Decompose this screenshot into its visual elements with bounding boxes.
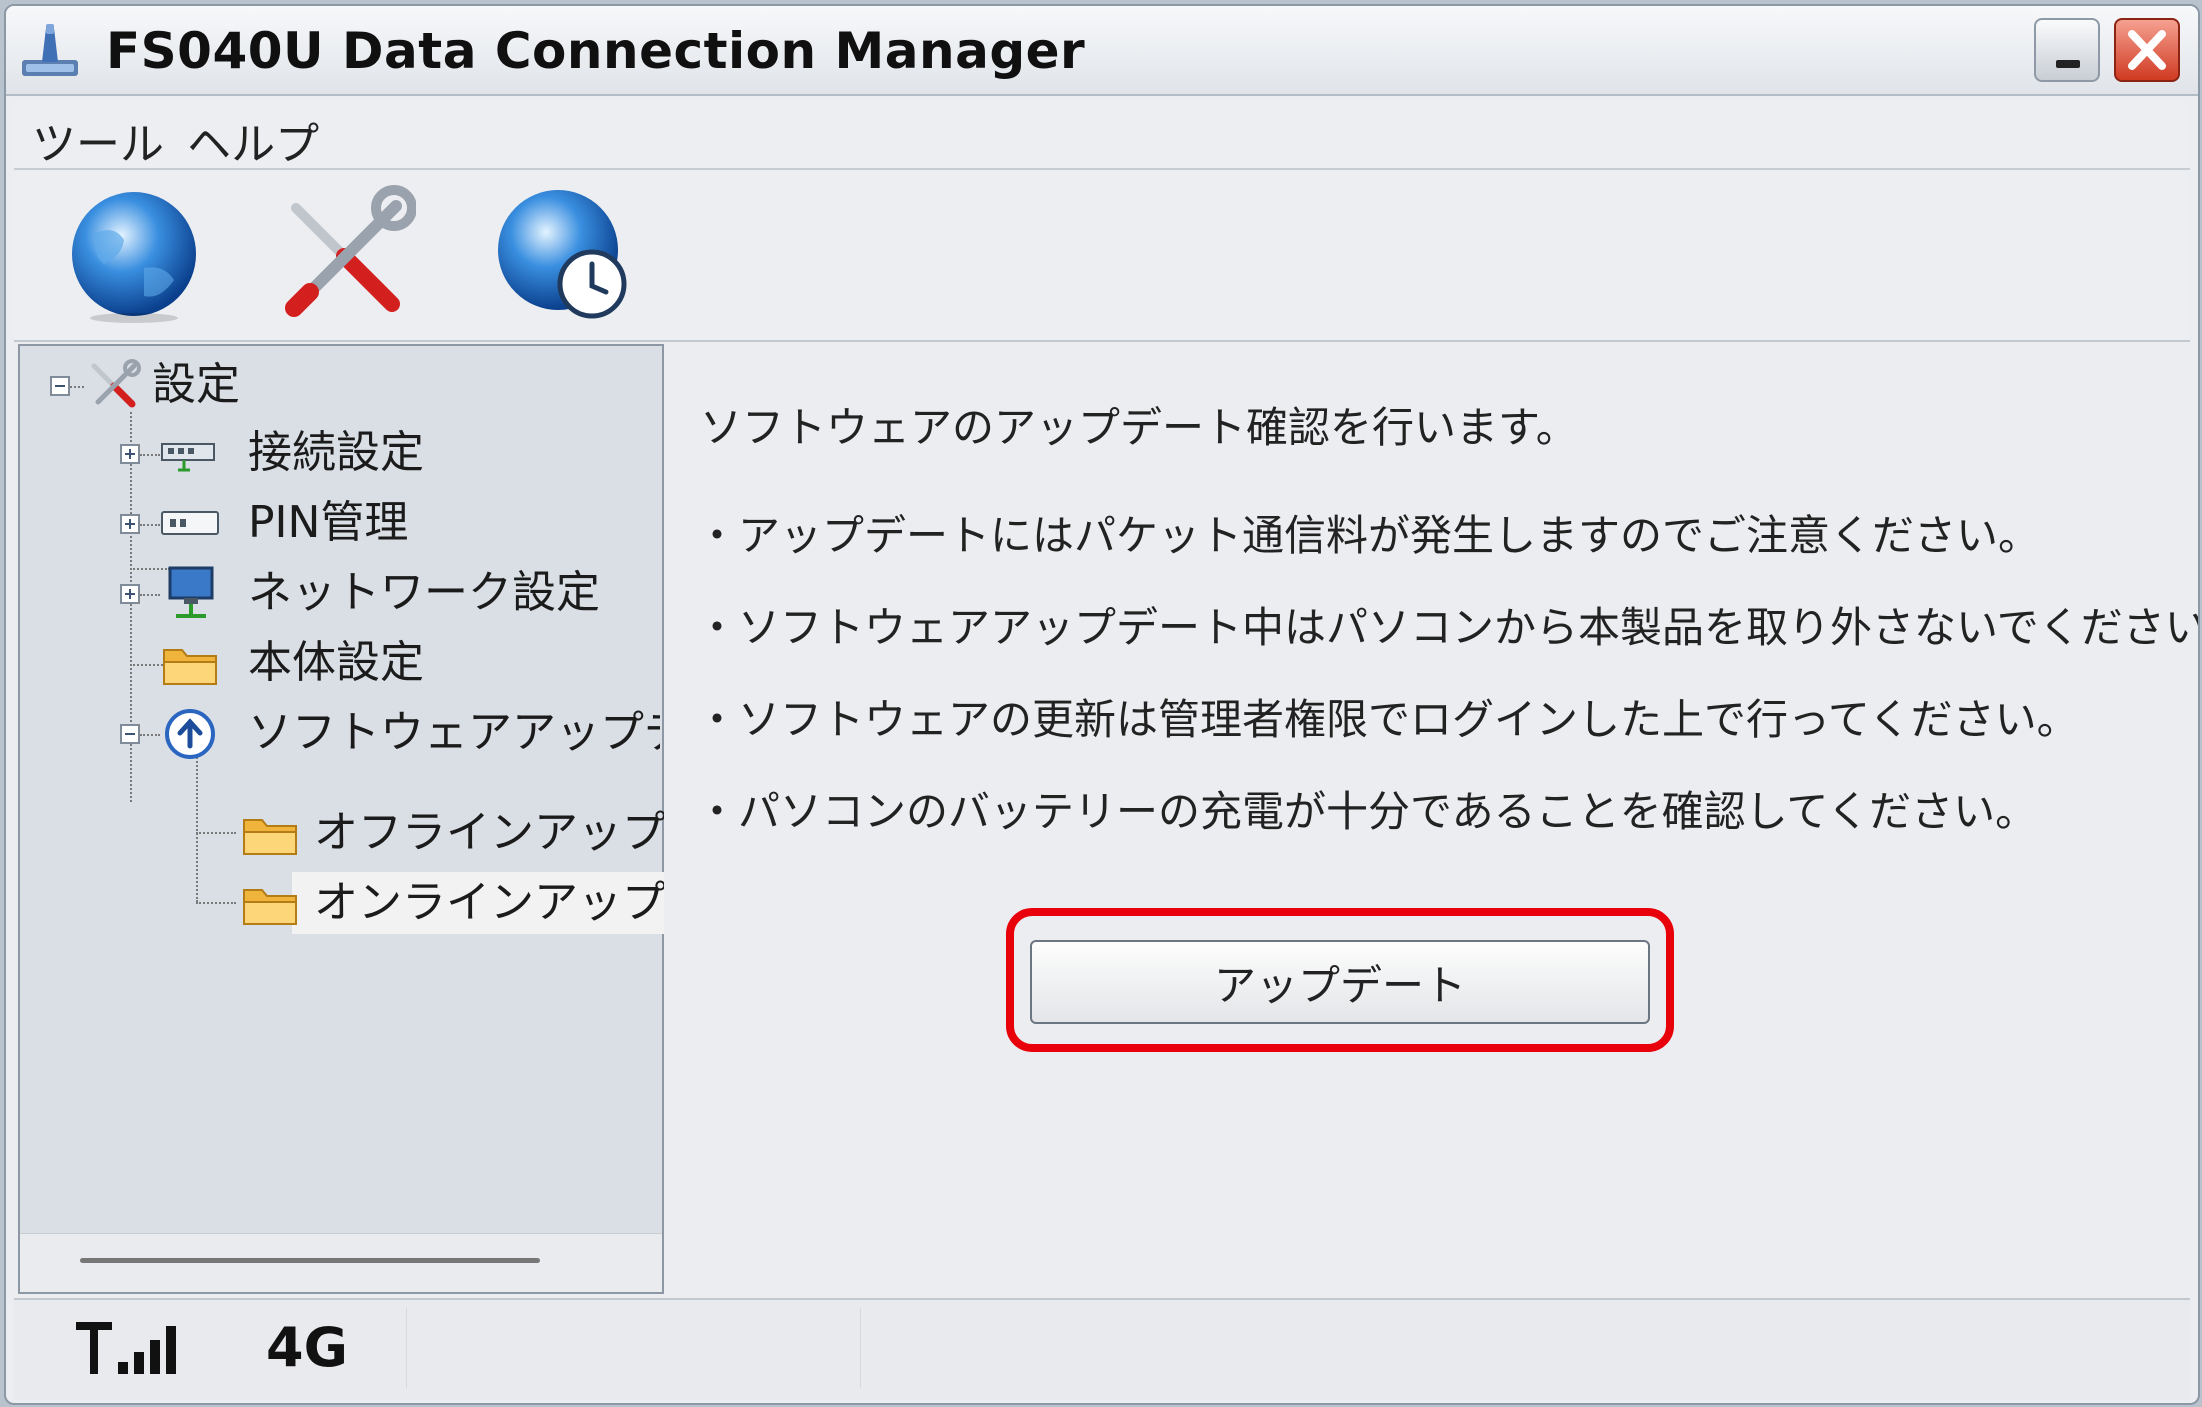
minimize-icon [2056, 60, 2080, 68]
settings-tree: 設定 接続設定 PIN管理 ネットワーク設定 本体設定 ソフトウェアアップ オフ… [18, 344, 664, 1294]
network-type-label: 4G [266, 1316, 348, 1379]
tree-item-network-settings[interactable]: ネットワーク設定 [160, 562, 660, 624]
upload-arrow-icon [165, 709, 215, 759]
list-item: アップデートにはパケット通信料が発生しますのでご注意ください。 [696, 510, 2198, 602]
tree-connector [140, 454, 160, 456]
list-item: ソフトウェアアップデート中はパソコンから本製品を取り外さないでください。 [696, 602, 2198, 694]
update-panel: ソフトウェアのアップデート確認を行います。 アップデートにはパケット通信料が発生… [666, 344, 2198, 1294]
app-window: FS040U Data Connection Manager ツール ヘルプ 設… [4, 4, 2200, 1405]
tree-connector [196, 902, 236, 904]
toolbar [14, 170, 2190, 342]
update-notes-list: アップデートにはパケット通信料が発生しますのでご注意ください。 ソフトウェアアッ… [696, 510, 2198, 878]
settings-tools-icon[interactable] [276, 184, 416, 324]
tree-item-label: ネットワーク設定 [248, 567, 600, 618]
scrollbar-thumb[interactable] [80, 1258, 540, 1263]
menu-bar: ツール ヘルプ [14, 98, 2190, 170]
tree-item-label: 設定 [152, 359, 240, 410]
tree-expand-toggle[interactable] [120, 444, 140, 464]
menu-tools[interactable]: ツール [14, 98, 168, 172]
tree-item-label: 接続設定 [248, 427, 424, 478]
tree-collapse-root-toggle[interactable] [50, 376, 70, 396]
close-button[interactable] [2114, 18, 2180, 82]
tree-item-connection-settings[interactable]: 接続設定 [160, 422, 660, 484]
tree-item-label: 本体設定 [248, 637, 424, 688]
schedule-globe-clock-icon[interactable] [492, 184, 632, 324]
tree-connector [140, 524, 160, 526]
tree-item-label: ソフトウェアアップデート設 [248, 707, 660, 758]
update-button[interactable]: アップデート [1030, 940, 1650, 1024]
tree-expand-toggle[interactable] [120, 584, 140, 604]
window-title: FS040U Data Connection Manager [106, 22, 1086, 80]
tree-expand-toggle[interactable] [120, 514, 140, 534]
title-bar[interactable]: FS040U Data Connection Manager [6, 6, 2198, 96]
status-divider [860, 1308, 861, 1388]
tree-item-device-settings[interactable]: 本体設定 [160, 632, 660, 694]
signal-strength-icon [76, 1322, 176, 1374]
tree-item-software-update-settings[interactable]: ソフトウェアアップデート設 [160, 702, 660, 764]
tree-collapse-toggle[interactable] [120, 724, 140, 744]
tree-item-settings[interactable]: 設定 [86, 354, 286, 416]
close-icon [2128, 30, 2166, 70]
list-item: パソコンのバッテリーの充電が十分であることを確認してください。 [696, 786, 2198, 878]
settings-tools-icon [91, 359, 141, 408]
folder-icon [243, 819, 297, 855]
app-icon [22, 24, 78, 76]
minimize-button[interactable] [2034, 18, 2100, 82]
status-bar: 4G [14, 1298, 2190, 1400]
folder-icon [163, 649, 217, 685]
tree-item-pin-management[interactable]: PIN管理 [160, 492, 660, 554]
tree-item-offline-update[interactable]: オフラインアップデート [226, 802, 664, 864]
tree-item-label: オンラインアップデート [314, 877, 664, 928]
tree-item-label: オフラインアップデート [314, 807, 664, 858]
connect-globe-icon[interactable] [64, 184, 204, 324]
tree-horizontal-scrollbar[interactable] [20, 1233, 662, 1292]
tree-item-online-update[interactable]: オンラインアップデート [292, 872, 664, 934]
tree-item-label: PIN管理 [248, 497, 409, 548]
network-adapter-icon [161, 443, 215, 472]
sim-card-icon [161, 511, 219, 535]
tree-connector [140, 594, 160, 596]
status-divider [406, 1308, 407, 1388]
tree-connector [140, 734, 160, 736]
computer-network-icon [168, 566, 214, 618]
list-item: ソフトウェアの更新は管理者権限でログインした上で行ってください。 [696, 694, 2198, 786]
tree-connector [196, 754, 198, 902]
update-intro-text: ソフトウェアのアップデート確認を行います。 [700, 403, 1578, 452]
folder-icon [243, 889, 297, 925]
menu-help[interactable]: ヘルプ [173, 98, 323, 172]
